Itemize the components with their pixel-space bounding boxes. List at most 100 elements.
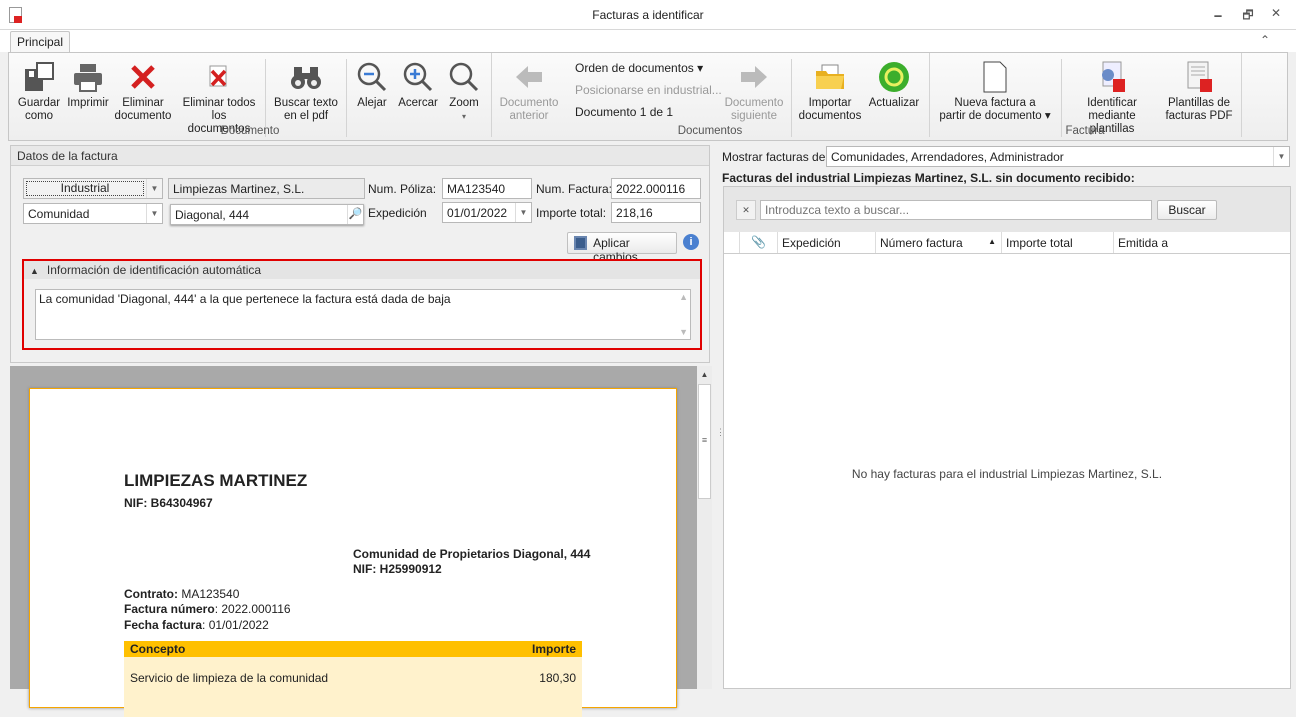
chevron-down-icon: ▼ (146, 204, 162, 223)
poliza-input[interactable]: MA123540 (442, 178, 532, 199)
buscar-texto-button[interactable]: Buscar texto en el pdf (271, 57, 341, 123)
pdf-scrollbar[interactable]: ▲ ≡ (697, 366, 712, 689)
column-numero-factura[interactable]: Número factura ▲ (876, 232, 1002, 253)
template-gear-pdf-icon (1065, 57, 1159, 97)
arrow-right-icon (719, 57, 789, 97)
attachment-column-icon[interactable]: 📎 (740, 232, 778, 253)
buscar-button[interactable]: Buscar (1157, 200, 1217, 220)
column-emitida-a[interactable]: Emitida a (1114, 232, 1290, 253)
zoom-button[interactable]: Zoom ▾ (443, 57, 485, 123)
invoices-heading: Facturas del industrial Limpiezas Martin… (722, 171, 1135, 185)
pdf-client-name: Comunidad de Propietarios Diagonal, 444 (353, 547, 591, 561)
chevron-down-icon: ▼ (1273, 147, 1289, 166)
delete-icon (113, 57, 173, 97)
poliza-label: Num. Póliza: (368, 182, 437, 196)
imprimir-button[interactable]: Imprimir (65, 57, 111, 110)
minimize-button[interactable]: 🗕 (1208, 6, 1228, 24)
plantillas-facturas-button[interactable]: Plantillas de facturas PDF (1161, 57, 1237, 123)
factura-label: Num. Factura: (536, 182, 613, 196)
column-expedicion[interactable]: Expedición (778, 232, 876, 253)
factura-input[interactable]: 2022.000116 (611, 178, 701, 199)
pdf-table-header: Concepto Importe (124, 641, 582, 657)
pdf-page: LIMPIEZAS MARTINEZ NIF: B64304967 Comuni… (29, 388, 677, 717)
industrial-name-field: Limpiezas Martinez, S.L. (168, 178, 365, 199)
eliminar-documento-button[interactable]: Eliminar documento (113, 57, 173, 123)
comunidad-search-field[interactable]: Diagonal, 444 🔎 (170, 204, 364, 225)
pdf-fecha: Fecha factura: 01/01/2022 (124, 618, 269, 632)
chevron-down-icon: ▼ (146, 179, 162, 198)
acercar-button[interactable]: Acercar (395, 57, 441, 110)
pdf-factura-numero: Factura número: 2022.000116 (124, 602, 291, 616)
close-button[interactable]: ✕ (1266, 6, 1286, 24)
zoom-out-icon (351, 57, 393, 97)
chevron-up-icon: ▲ (30, 266, 39, 276)
alejar-button[interactable]: Alejar (351, 57, 393, 110)
sort-ascending-icon: ▲ (988, 237, 996, 246)
documento-anterior-button[interactable]: Documento anterior (495, 57, 563, 123)
invoices-grid: ✕ Buscar 📎 Expedición Número factura▲ Im… (723, 186, 1291, 689)
search-icon[interactable]: 🔎 (347, 205, 363, 224)
auto-identification-header[interactable]: ▲ Información de identificación automátic… (24, 261, 700, 279)
importar-documentos-button[interactable]: Importar documentos (795, 57, 865, 123)
scroll-up-icon: ▲ (679, 292, 688, 302)
restore-button[interactable]: 🗗 (1238, 6, 1258, 24)
new-document-icon (935, 57, 1055, 97)
arrow-left-icon (495, 57, 563, 97)
documento-siguiente-button[interactable]: Documento siguiente (719, 57, 789, 123)
industrial-button[interactable]: Industrial (26, 181, 144, 196)
pdf-company-nif: NIF: B64304967 (124, 496, 213, 510)
invoice-data-panel: Datos de la factura Industrial ▼ Limpieza… (10, 145, 710, 363)
document-count: Documento 1 de 1 (575, 105, 674, 119)
show-invoices-label: Mostrar facturas de: (722, 150, 829, 164)
pdf-client-nif: NIF: H25990912 (353, 562, 442, 576)
expedicion-date-picker[interactable]: 01/01/2022 ▼ (442, 202, 532, 223)
panel-title: Datos de la factura (11, 146, 709, 166)
find-panel: ✕ Buscar (724, 187, 1290, 232)
guardar-como-button[interactable]: Guardar como (11, 57, 67, 123)
binoculars-icon (271, 57, 341, 97)
tab-principal[interactable]: Principal (10, 31, 70, 53)
folder-icon (795, 57, 865, 97)
empty-grid-message: No hay facturas para el industrial Limpi… (851, 467, 1163, 481)
pdf-contrato: Contrato: MA123540 (124, 587, 240, 601)
actualizar-button[interactable]: Actualizar (867, 57, 921, 110)
pdf-table-row: Servicio de limpieza de la comunidad 180,… (124, 657, 582, 717)
save-icon (574, 236, 588, 250)
importe-label: Importe total: (536, 206, 607, 220)
scrollbar-thumb[interactable]: ≡ (698, 384, 711, 499)
group-documentos: Documentos (677, 125, 743, 137)
orden-documentos-dropdown[interactable]: Orden de documentos ▾ (575, 61, 703, 75)
group-factura: Factura (1065, 125, 1105, 137)
template-pdf-icon (1161, 57, 1237, 97)
clear-search-button[interactable]: ✕ (736, 200, 756, 220)
info-icon[interactable]: i (683, 234, 699, 250)
nueva-factura-button[interactable]: Nueva factura a partir de documento ▾ (935, 57, 1055, 123)
column-importe-total[interactable]: Importe total (1002, 232, 1114, 253)
chevron-down-icon: ▼ (515, 203, 531, 222)
comunidad-dropdown[interactable]: Comunidad ▼ (23, 203, 163, 224)
scroll-down-icon: ▼ (679, 327, 688, 337)
auto-identification-section: ▲ Información de identificación automátic… (22, 259, 702, 350)
title-bar: Facturas a identificar 🗕 🗗 ✕ (0, 0, 1296, 30)
auto-identification-message: La comunidad 'Diagonal, 444' a la que pe… (35, 289, 691, 340)
window-title: Facturas a identificar (592, 8, 704, 22)
aplicar-cambios-button[interactable]: Aplicar cambios (567, 232, 677, 264)
show-invoices-dropdown[interactable]: Comunidades, Arrendadores, Administrador… (826, 146, 1290, 167)
search-input[interactable] (760, 200, 1152, 220)
pdf-viewer: LIMPIEZAS MARTINEZ NIF: B64304967 Comuni… (10, 366, 712, 717)
expedicion-label: Expedición (368, 206, 427, 220)
posicionarse-industrial[interactable]: Posicionarse en industrial... (575, 83, 722, 97)
save-icon (11, 57, 67, 97)
scroll-up-icon: ▲ (700, 370, 709, 379)
tipo-dropdown[interactable]: Industrial ▼ (23, 178, 163, 199)
zoom-in-icon (395, 57, 441, 97)
group-documento: Documento (220, 125, 280, 137)
delete-all-icon (179, 57, 259, 97)
importe-input[interactable]: 218,16 (611, 202, 701, 223)
invoices-panel: Mostrar facturas de: Comunidades, Arrend… (718, 145, 1296, 689)
pdf-company-name: LIMPIEZAS MARTINEZ (124, 471, 308, 490)
ribbon-tabs: Principal ⌃ (0, 30, 1296, 53)
grid-header: 📎 Expedición Número factura ▲ Importe tot… (724, 232, 1290, 254)
collapse-ribbon-button[interactable]: ⌃ (1260, 33, 1270, 47)
refresh-icon (867, 57, 921, 97)
